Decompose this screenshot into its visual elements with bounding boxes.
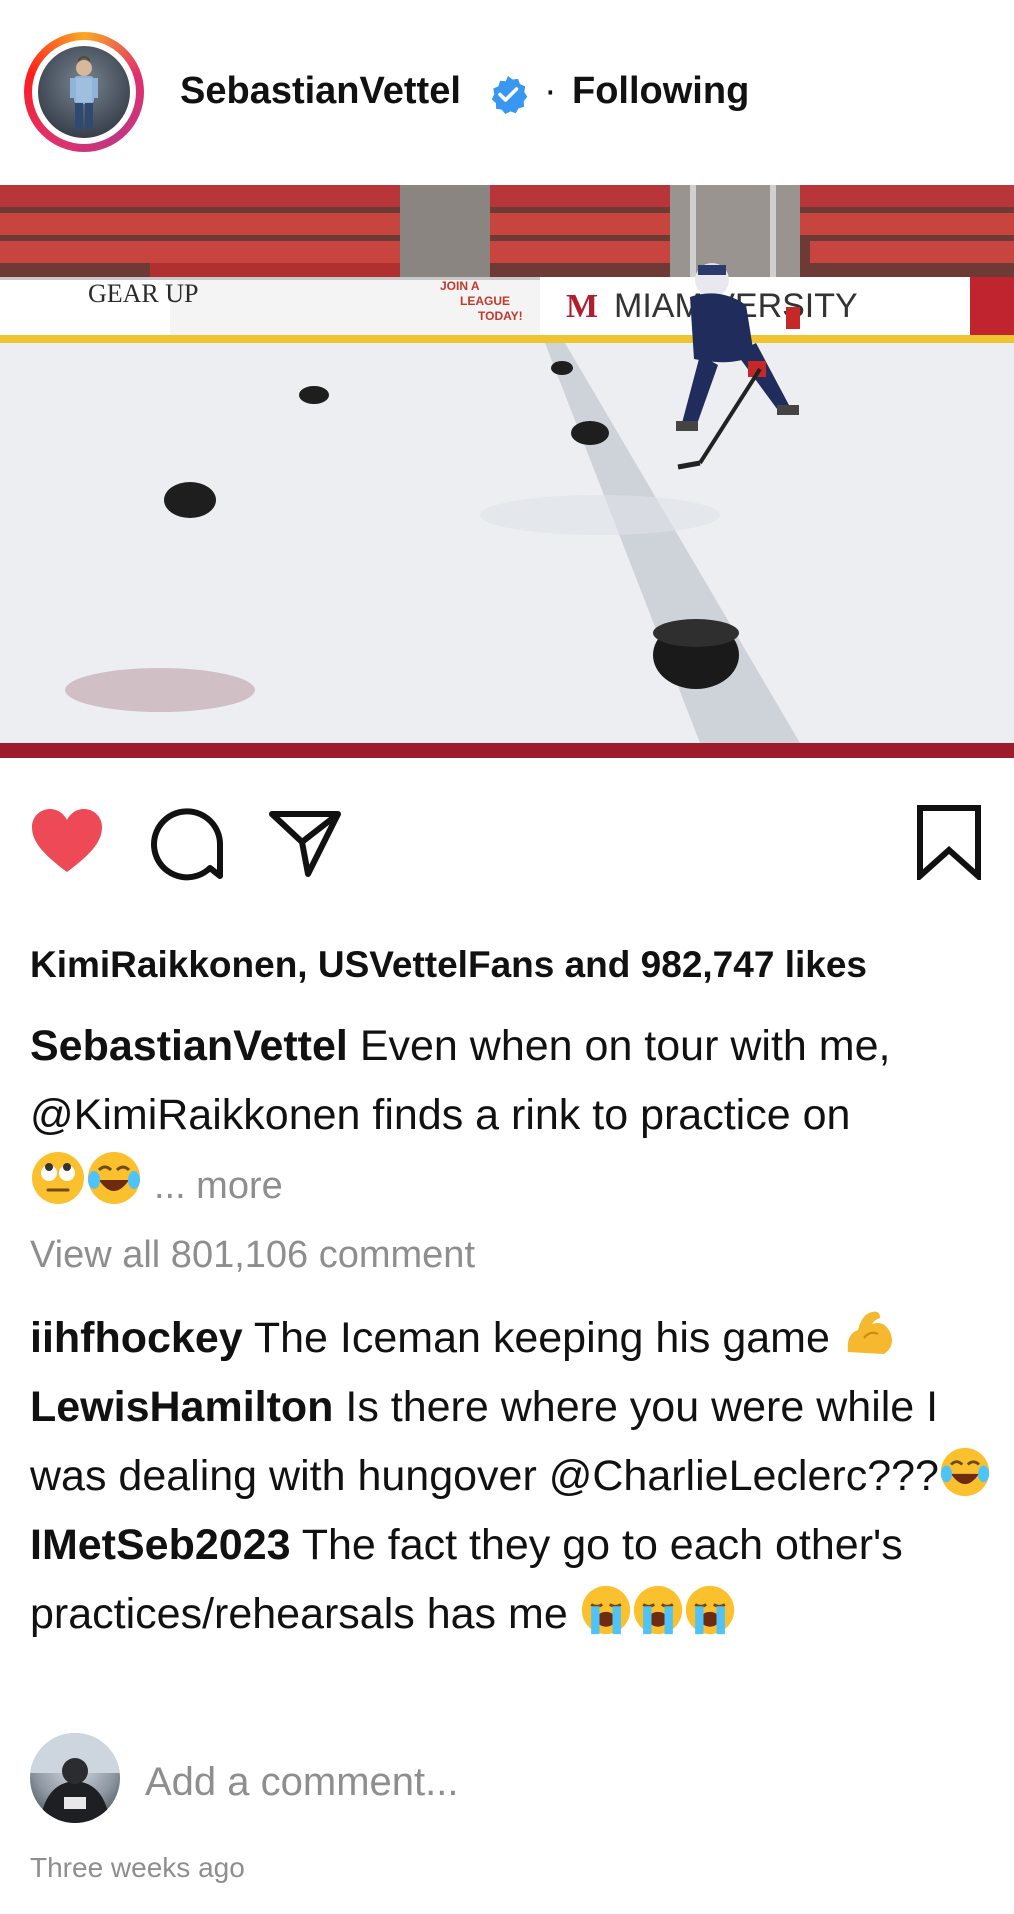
tears-of-joy-emoji-icon [88,1152,140,1204]
flexed-biceps-emoji-icon [847,1311,892,1354]
banner-today: TODAY! [478,309,523,323]
tears-of-joy-emoji-icon [940,1447,990,1497]
comment-bubble-icon[interactable] [150,808,224,882]
rolling-eyes-emoji-icon [32,1152,84,1204]
following-button[interactable]: Following [572,70,749,113]
hockey-rink-photo: GEAR UP JOIN A LEAGUE TODAY! M MIAM VERS… [0,185,1014,758]
avatar-person-image [70,56,98,129]
crying-face-emoji-icon [685,1585,734,1635]
comment-username[interactable]: IMetSeb2023 [30,1521,291,1569]
post-author-username[interactable]: SebastianVettel [180,70,461,113]
caption-more-link[interactable]: ... more [154,1165,283,1207]
likes-summary[interactable]: KimiRaikkonen, USVettelFans and 982,747 … [30,944,867,986]
banner-join: JOIN A [440,279,480,293]
comment-item: iihfhockey The Iceman keeping his game [30,1304,1000,1373]
comment-username[interactable]: iihfhockey [30,1314,243,1362]
verified-badge-icon [491,76,528,114]
caption-author[interactable]: SebastianVettel [30,1022,348,1070]
post-caption: SebastianVettel Even when on tour with m… [30,1012,990,1221]
comment-list: iihfhockey The Iceman keeping his game L… [30,1304,1000,1649]
post-action-bar [0,790,1014,890]
view-all-comments-link[interactable]: View all 801,106 comment [30,1234,475,1277]
banner-gear-up: GEAR UP [88,279,199,308]
share-send-icon[interactable] [268,808,342,878]
add-comment-input[interactable]: Add a comment... [145,1760,458,1805]
header-separator: · [544,70,557,112]
save-bookmark-icon[interactable] [916,804,982,880]
profile-avatar[interactable] [24,32,144,152]
comment-item: IMetSeb2023 The fact they go to each oth… [30,1511,1000,1649]
banner-league: LEAGUE [460,294,510,308]
crying-face-emoji-icon [633,1585,682,1635]
current-user-avatar-image [30,1733,120,1823]
comment-item: LewisHamilton Is there where you were wh… [30,1373,1000,1511]
current-user-avatar[interactable] [30,1733,120,1823]
comment-username[interactable]: LewisHamilton [30,1383,333,1431]
post-media[interactable]: GEAR UP JOIN A LEAGUE TODAY! M MIAM VERS… [0,185,1014,758]
post-timestamp: Three weeks ago [30,1852,245,1883]
comment-text: The Iceman keeping his game [253,1314,830,1362]
crying-face-emoji-icon [581,1585,630,1635]
like-heart-icon[interactable] [30,808,104,874]
post-header: SebastianVettel · Following [0,0,1014,185]
svg-text:M: M [566,288,598,325]
